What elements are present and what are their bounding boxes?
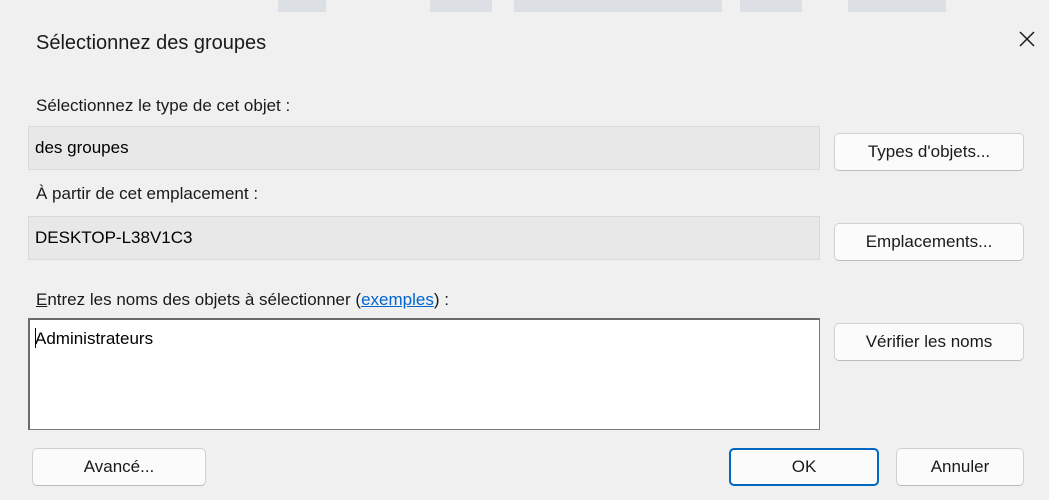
object-names-label-suffix: ) : [433, 290, 449, 309]
object-type-field: des groupes [28, 126, 820, 170]
object-names-label-text: ntrez les noms des objets à sélectionner… [47, 290, 362, 309]
ok-button[interactable]: OK [729, 448, 879, 486]
object-names-label: Entrez les noms des objets à sélectionne… [36, 290, 449, 310]
advanced-button[interactable]: Avancé... [32, 448, 206, 486]
background-window-strip [430, 0, 492, 12]
dialog-title: Sélectionnez des groupes [36, 32, 267, 54]
location-field: DESKTOP-L38V1C3 [28, 216, 820, 260]
select-groups-dialog: Sélectionnez des groupes Sélectionnez le… [0, 0, 1049, 500]
cancel-button[interactable]: Annuler [896, 448, 1024, 486]
object-names-input[interactable]: Administrateurs [28, 318, 820, 430]
background-window-strip [848, 0, 946, 12]
check-names-button[interactable]: Vérifier les noms [834, 323, 1024, 361]
background-window-strip [514, 0, 722, 12]
object-types-button[interactable]: Types d'objets... [834, 133, 1024, 171]
object-names-value: Administrateurs [35, 329, 154, 348]
object-type-label: Sélectionnez le type de cet objet : [36, 96, 291, 115]
background-window-strip [278, 0, 326, 12]
close-button[interactable] [1010, 22, 1044, 56]
access-key-letter: E [36, 290, 48, 309]
location-label: À partir de cet emplacement : [36, 184, 259, 203]
close-icon [1019, 31, 1035, 47]
background-window-strip [740, 0, 802, 12]
locations-button[interactable]: Emplacements... [834, 223, 1024, 261]
examples-link[interactable]: exemples [361, 290, 434, 309]
